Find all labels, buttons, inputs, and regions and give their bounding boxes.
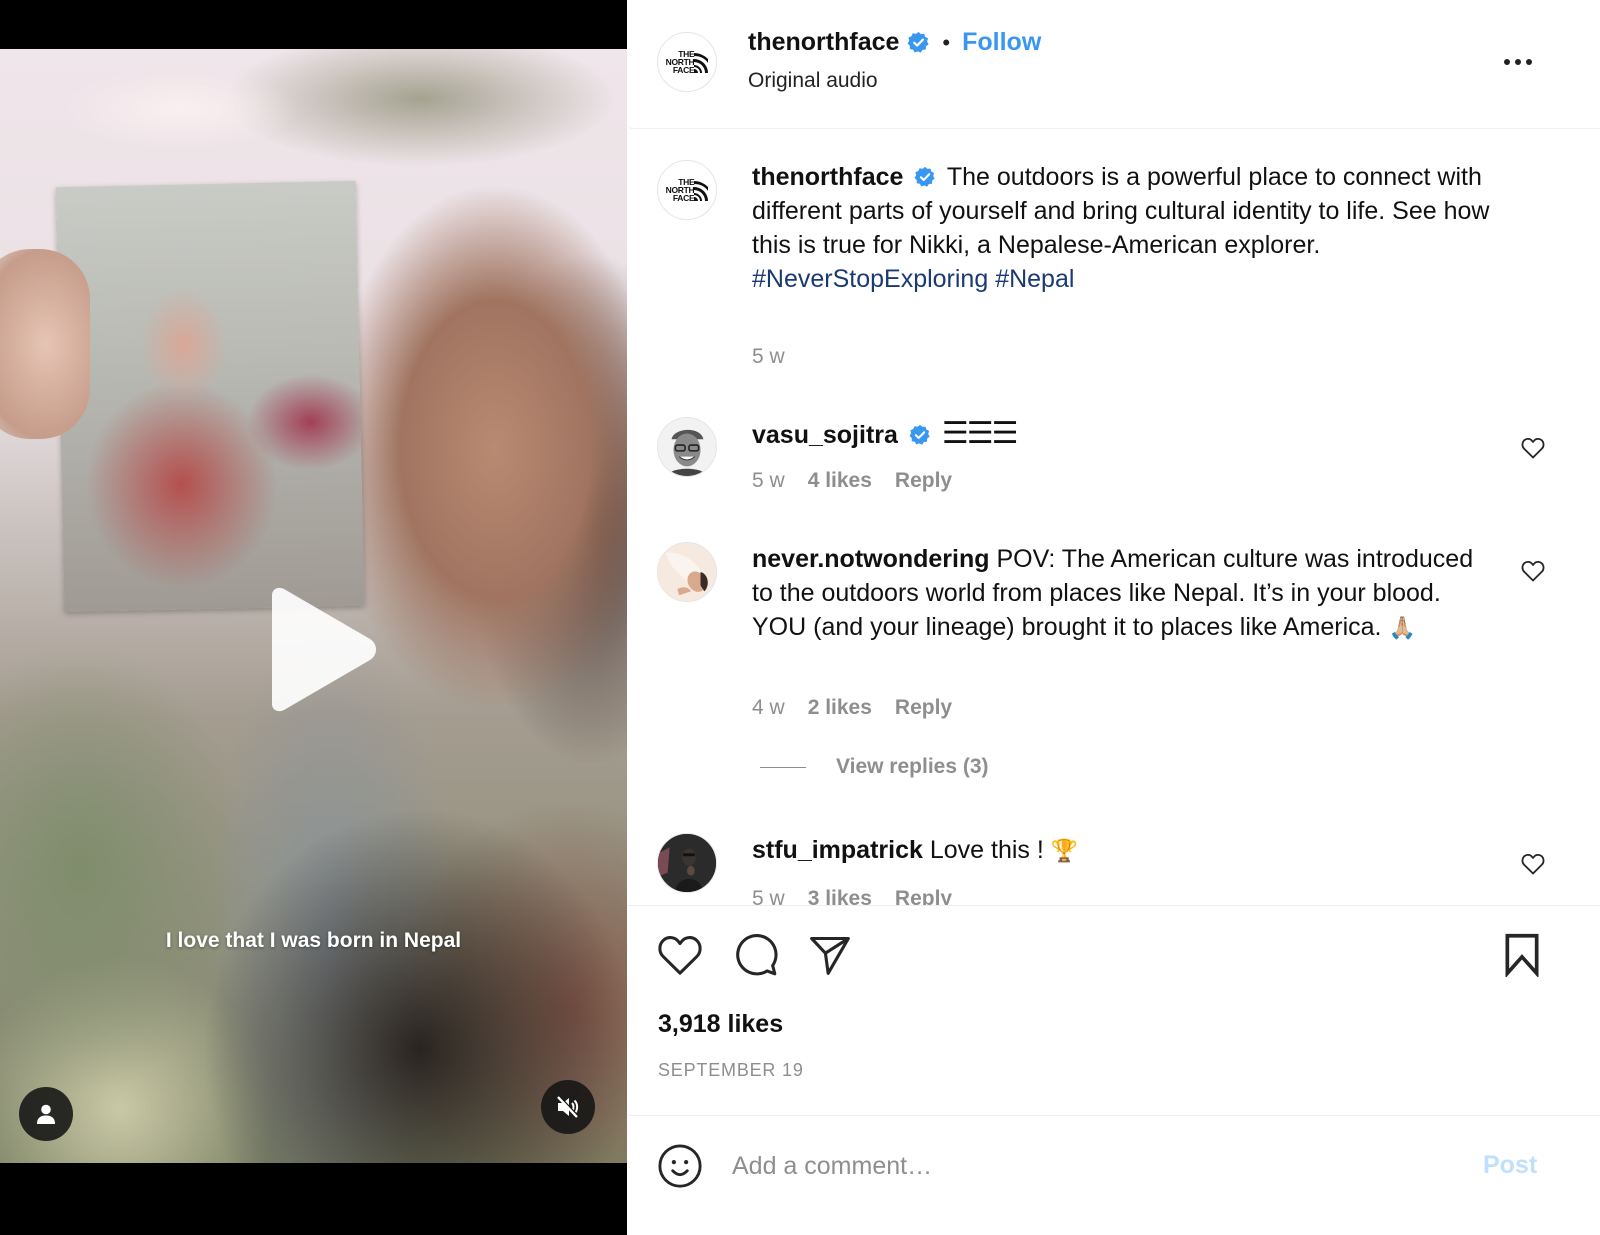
comment-time[interactable]: 5 w (752, 887, 785, 905)
comment-like-heart-icon[interactable] (1521, 437, 1545, 459)
video-frame[interactable]: I love that I was born in Nepal (0, 49, 627, 1163)
comment-meta: 5 w 3 likes Reply (752, 887, 952, 905)
replies-divider-line (760, 766, 806, 768)
section-divider (627, 905, 1600, 906)
reply-button[interactable]: Reply (895, 696, 952, 720)
section-divider (627, 1115, 1600, 1116)
video-subtitle: I love that I was born in Nepal (165, 929, 462, 952)
avatar-image (658, 543, 716, 601)
caption-username[interactable]: thenorthface (752, 163, 903, 191)
comment-time[interactable]: 5 w (752, 469, 785, 493)
comment-meta: 4 w 2 likes Reply (752, 696, 952, 720)
mute-toggle-button[interactable] (541, 1080, 595, 1134)
bookmark-icon (1505, 933, 1539, 977)
north-face-logo-icon: THE NORTH FACE (666, 178, 709, 202)
reply-button[interactable]: Reply (895, 469, 952, 493)
user-icon (37, 1104, 55, 1124)
emoji-picker-button[interactable] (657, 1143, 703, 1189)
held-photograph (55, 180, 365, 613)
caption-hashtags[interactable]: #NeverStopExploring #Nepal (752, 265, 1074, 293)
comment-emoji: 🙏🏼 (1388, 616, 1416, 641)
author-username[interactable]: thenorthface (748, 28, 899, 57)
post-date[interactable]: SEPTEMBER 19 (658, 1060, 804, 1081)
heart-icon (658, 936, 702, 975)
post-comment-button[interactable]: Post (1483, 1151, 1537, 1180)
video-player[interactable]: I love that I was born in Nepal (0, 0, 627, 1235)
add-comment-input[interactable] (732, 1145, 1452, 1187)
comment-username[interactable]: stfu_impatrick (752, 836, 923, 864)
caption-avatar[interactable]: THE NORTH FACE (657, 160, 717, 220)
verified-badge-icon (907, 31, 929, 53)
save-button[interactable] (1497, 930, 1547, 980)
caption-time[interactable]: 5 w (752, 345, 785, 369)
post-header: THE NORTH FACE thenorthface • Follow Ori… (627, 0, 1600, 129)
comment-username[interactable]: vasu_sojitra (752, 421, 898, 449)
more-options-button[interactable] (1501, 50, 1535, 74)
view-replies-label: View replies (3) (836, 755, 989, 778)
comment-meta: 5 w 4 likes Reply (752, 469, 952, 493)
caption-body: thenorthface The outdoors is a powerful … (752, 160, 1497, 296)
comment-likes[interactable]: 2 likes (808, 696, 872, 720)
tagged-users-button[interactable] (19, 1087, 73, 1141)
header-user-line: thenorthface • Follow (748, 28, 1041, 57)
muted-speaker-icon (557, 1095, 579, 1118)
author-avatar[interactable]: THE NORTH FACE (657, 32, 717, 92)
comment-text: ☰☰☰ (941, 416, 1019, 451)
comment-body: vasu_sojitra ☰☰☰ (752, 417, 1497, 452)
comment-body: never.notwondering POV: The American cul… (752, 542, 1497, 646)
commenter-avatar[interactable] (657, 833, 717, 893)
commenter-avatar[interactable] (657, 417, 717, 477)
send-icon (810, 936, 850, 975)
hand (0, 249, 90, 439)
avatar-image (658, 834, 716, 892)
play-button[interactable] (258, 587, 378, 712)
comment-like-heart-icon[interactable] (1521, 560, 1545, 582)
comment-text: Love this ! (929, 836, 1044, 864)
comment-body: stfu_impatrick Love this ! 🏆 (752, 833, 1497, 869)
verified-badge-icon (909, 424, 930, 445)
verified-badge-icon (914, 166, 935, 187)
commenter-avatar[interactable] (657, 542, 717, 602)
comment-button[interactable] (731, 930, 781, 980)
comment-likes[interactable]: 4 likes (808, 469, 872, 493)
separator-dot: • (942, 29, 951, 55)
original-audio-link[interactable]: Original audio (748, 69, 878, 93)
comment-emoji: 🏆 (1050, 839, 1079, 864)
avatar-image (658, 418, 716, 476)
reply-button[interactable]: Reply (895, 887, 952, 905)
view-replies-button[interactable]: View replies (3) (760, 755, 989, 779)
like-button[interactable] (655, 930, 705, 980)
post-details-panel: THE NORTH FACE thenorthface • Follow Ori… (627, 0, 1600, 1235)
play-icon (272, 587, 376, 712)
north-face-logo-icon: THE NORTH FACE (666, 50, 709, 74)
caption-meta: 5 w (752, 345, 785, 369)
comment-time[interactable]: 4 w (752, 696, 785, 720)
post-actions-bar (627, 930, 1600, 985)
comment-like-heart-icon[interactable] (1521, 853, 1545, 875)
more-horizontal-icon (1504, 59, 1510, 65)
follow-button[interactable]: Follow (962, 28, 1041, 57)
comment-username[interactable]: never.notwondering (752, 545, 990, 573)
comments-list[interactable]: THE NORTH FACE thenorthface The outdoors… (627, 130, 1600, 905)
likes-count[interactable]: 3,918 likes (658, 1010, 783, 1039)
comment-likes[interactable]: 3 likes (808, 887, 872, 905)
share-button[interactable] (805, 930, 855, 980)
comment-icon (736, 934, 778, 976)
